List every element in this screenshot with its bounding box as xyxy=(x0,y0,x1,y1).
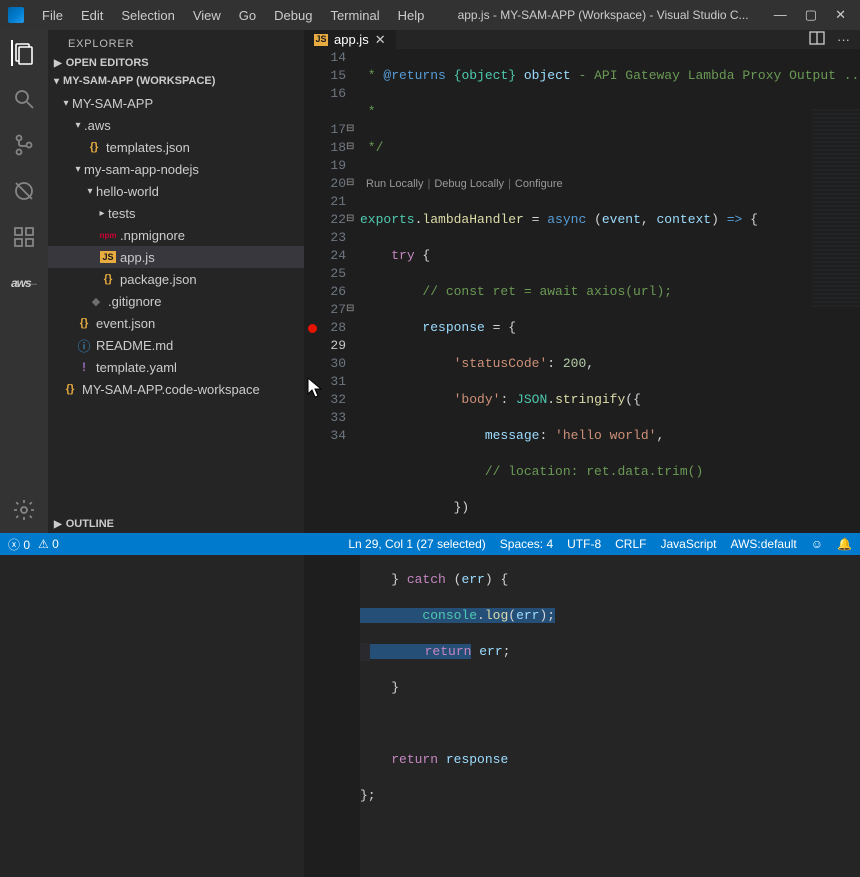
tab-label: app.js xyxy=(334,32,369,47)
tab-actions: ··· xyxy=(799,30,860,49)
menu-edit[interactable]: Edit xyxy=(73,4,111,27)
open-editors-header[interactable]: ▶OPEN EDITORS xyxy=(48,54,304,72)
status-language[interactable]: JavaScript xyxy=(660,537,716,551)
more-actions-icon[interactable]: ··· xyxy=(837,32,850,47)
file-tree: ▾MY-SAM-APP ▾.aws {}templates.json ▾my-s… xyxy=(48,90,304,515)
status-feedback-icon[interactable]: ☺ xyxy=(811,537,823,551)
json-icon: {} xyxy=(86,141,102,153)
debug-icon[interactable] xyxy=(11,178,37,204)
codelens-debug[interactable]: Debug Locally xyxy=(434,175,504,193)
tree-file-gitignore[interactable]: ◆.gitignore xyxy=(48,290,304,312)
code-editor[interactable]: 14 15 16 17⊟ 18⊟ 19 20⊟ 21 22⊟ 23 24 25 … xyxy=(304,49,860,877)
source-control-icon[interactable] xyxy=(11,132,37,158)
close-tab-icon[interactable]: ✕ xyxy=(375,32,386,48)
tree-folder-hello[interactable]: ▾hello-world xyxy=(48,180,304,202)
close-icon[interactable]: ✕ xyxy=(835,7,846,23)
tree-folder-tests[interactable]: ▸tests xyxy=(48,202,304,224)
js-icon: JS xyxy=(100,251,116,263)
menu-go[interactable]: Go xyxy=(231,4,264,27)
outline-header[interactable]: ▶OUTLINE xyxy=(48,515,304,533)
tree-folder-aws[interactable]: ▾.aws xyxy=(48,114,304,136)
info-icon: ⓘ xyxy=(76,336,92,355)
tree-file-npmignore[interactable]: npm.npmignore xyxy=(48,224,304,246)
vscode-logo-icon xyxy=(8,7,24,23)
line-gutter[interactable]: 14 15 16 17⊟ 18⊟ 19 20⊟ 21 22⊟ 23 24 25 … xyxy=(304,49,360,877)
status-encoding[interactable]: UTF-8 xyxy=(567,537,601,551)
chevron-right-icon: ▶ xyxy=(54,519,62,530)
aws-icon[interactable]: aws xyxy=(11,270,37,296)
json-icon: {} xyxy=(62,383,78,395)
tree-folder-nodejs[interactable]: ▾my-sam-app-nodejs xyxy=(48,158,304,180)
tree-file-appjs[interactable]: JSapp.js xyxy=(48,246,304,268)
search-icon[interactable] xyxy=(11,86,37,112)
minimap[interactable] xyxy=(812,109,860,309)
tree-file-package[interactable]: {}package.json xyxy=(48,268,304,290)
tab-appjs[interactable]: JS app.js ✕ xyxy=(304,30,397,49)
explorer-title: EXPLORER xyxy=(48,30,304,54)
yaml-icon: ! xyxy=(76,360,92,374)
git-icon: ◆ xyxy=(88,295,104,308)
menu-debug[interactable]: Debug xyxy=(266,4,320,27)
split-editor-icon[interactable] xyxy=(809,30,825,49)
status-cursor[interactable]: Ln 29, Col 1 (27 selected) xyxy=(348,537,485,551)
maximize-icon[interactable]: ▢ xyxy=(805,7,817,23)
extensions-icon[interactable] xyxy=(11,224,37,250)
settings-gear-icon[interactable] xyxy=(11,497,37,523)
codelens: Run Locally|Debug Locally|Configure xyxy=(360,175,860,193)
tree-folder-root[interactable]: ▾MY-SAM-APP xyxy=(48,92,304,114)
explorer-icon[interactable] xyxy=(11,40,37,66)
status-eol[interactable]: CRLF xyxy=(615,537,646,551)
codelens-run[interactable]: Run Locally xyxy=(366,175,423,193)
npm-icon: npm xyxy=(100,231,116,240)
status-warnings[interactable]: ⚠ 0 xyxy=(38,537,59,551)
chevron-down-icon: ▾ xyxy=(54,76,59,87)
status-bell-icon[interactable]: 🔔 xyxy=(837,537,852,551)
workspace-header[interactable]: ▾MY-SAM-APP (WORKSPACE) xyxy=(48,72,304,90)
status-spaces[interactable]: Spaces: 4 xyxy=(500,537,553,551)
menu-file[interactable]: File xyxy=(34,4,71,27)
minimize-icon[interactable]: ― xyxy=(774,7,787,23)
status-aws[interactable]: AWS:default xyxy=(731,537,797,551)
codelens-configure[interactable]: Configure xyxy=(515,175,563,193)
code-text[interactable]: * @returns {object} object - API Gateway… xyxy=(360,49,860,877)
chevron-right-icon: ▶ xyxy=(54,58,62,69)
window-title: app.js - MY-SAM-APP (Workspace) - Visual… xyxy=(432,8,773,22)
tree-file-codews[interactable]: {}MY-SAM-APP.code-workspace xyxy=(48,378,304,400)
menu-terminal[interactable]: Terminal xyxy=(322,4,387,27)
status-bar: ⓧ 0 ⚠ 0 Ln 29, Col 1 (27 selected) Space… xyxy=(0,533,860,555)
tree-file-event[interactable]: {}event.json xyxy=(48,312,304,334)
title-bar: File Edit Selection View Go Debug Termin… xyxy=(0,0,860,30)
window-controls: ― ▢ ✕ xyxy=(774,7,852,23)
tree-file-templates[interactable]: {}templates.json xyxy=(48,136,304,158)
editor-area: JS app.js ✕ ··· my-sam-app-nodejs› hello… xyxy=(304,30,860,533)
menu-selection[interactable]: Selection xyxy=(113,4,182,27)
app-menus: File Edit Selection View Go Debug Termin… xyxy=(34,4,432,27)
menu-help[interactable]: Help xyxy=(390,4,433,27)
activity-bar: aws xyxy=(0,30,48,533)
editor-tabs: JS app.js ✕ ··· xyxy=(304,30,860,49)
tree-file-readme[interactable]: ⓘREADME.md xyxy=(48,334,304,356)
json-icon: {} xyxy=(100,273,116,285)
js-icon: JS xyxy=(314,34,328,46)
tree-file-template[interactable]: !template.yaml xyxy=(48,356,304,378)
json-icon: {} xyxy=(76,317,92,329)
explorer-sidebar: EXPLORER ▶OPEN EDITORS ▾MY-SAM-APP (WORK… xyxy=(48,30,304,533)
status-errors[interactable]: ⓧ 0 xyxy=(8,536,30,553)
breakpoint-icon[interactable] xyxy=(308,324,317,333)
menu-view[interactable]: View xyxy=(185,4,229,27)
